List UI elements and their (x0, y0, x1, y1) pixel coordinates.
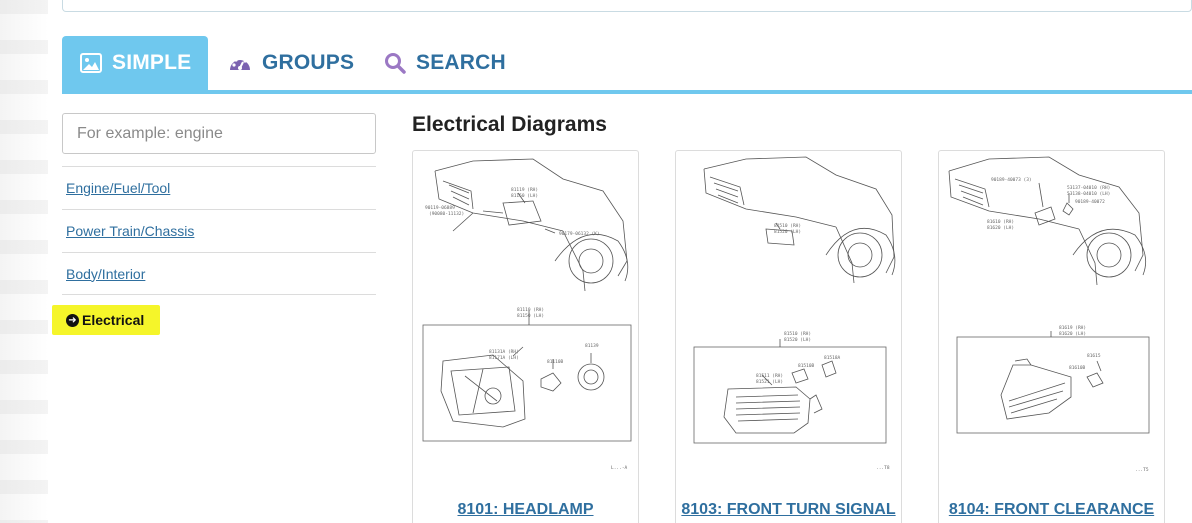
svg-text:81139: 81139 (585, 343, 599, 349)
svg-text:81620 (LH): 81620 (LH) (987, 225, 1014, 231)
search-input[interactable] (62, 113, 376, 154)
svg-text:81615: 81615 (1087, 353, 1101, 359)
sidebar-item-electrical[interactable]: ➜ Electrical (52, 305, 160, 335)
svg-text:90119-06889: 90119-06889 (425, 205, 455, 211)
tab-groups[interactable]: GROUPS (228, 36, 354, 90)
svg-text:81110B: 81110B (547, 359, 564, 365)
tab-bar: SIMPLE GROUPS SEARCH (62, 36, 1192, 94)
svg-text:90189-40073 (3): 90189-40073 (3) (991, 177, 1032, 183)
svg-text:81110 (RH): 81110 (RH) (517, 307, 544, 313)
diagram-image: 90189-40073 (3) 53137-04010 (RH) 53138-0… (948, 156, 1150, 473)
svg-text:90189-40072: 90189-40072 (1075, 199, 1105, 205)
arrow-circle-right-icon: ➜ (66, 313, 79, 327)
diagram-image: 81119 (RH) 81150 (LH) 90119-06889 (90080… (422, 158, 632, 471)
diagram-card[interactable]: 81510 (RH) 81520 (LH) 81510 (RH) 81520 (… (675, 150, 902, 523)
tab-label: SIMPLE (112, 51, 192, 74)
page-title: Electrical Diagrams (412, 113, 607, 136)
svg-text:81171A (LH): 81171A (LH) (489, 355, 519, 361)
svg-text:...T5: ...T5 (1135, 467, 1149, 473)
svg-text:81510B: 81510B (798, 363, 815, 369)
sidebar-link[interactable]: Body/Interior (66, 266, 145, 282)
svg-text:81510 (RH): 81510 (RH) (774, 223, 801, 229)
tab-search[interactable]: SEARCH (384, 36, 506, 90)
top-panel (62, 0, 1192, 12)
svg-text:90179-06132 (K): 90179-06132 (K) (559, 231, 600, 237)
sidebar-item-label: Electrical (82, 312, 145, 328)
search-icon (384, 52, 406, 74)
card-title[interactable]: 8104: FRONT CLEARANCE LAMP (939, 500, 1164, 523)
sidebar-item-body: Body/Interior (62, 252, 376, 295)
svg-text:81510 (RH): 81510 (RH) (784, 331, 811, 337)
image-icon (80, 53, 102, 73)
svg-text:81518A: 81518A (824, 355, 841, 361)
svg-text:L...-A: L...-A (611, 465, 628, 471)
diagram-card[interactable]: 90189-40073 (3) 53137-04010 (RH) 53138-0… (938, 150, 1165, 523)
svg-text:81610B: 81610B (1069, 365, 1086, 371)
svg-text:...T8: ...T8 (876, 465, 890, 471)
background-decoration (0, 0, 48, 523)
svg-text:(90080-11132): (90080-11132) (429, 211, 464, 217)
diagram-image: 81510 (RH) 81520 (LH) 81510 (RH) 81520 (… (693, 156, 896, 471)
tab-label: GROUPS (262, 51, 355, 74)
sidebar-link[interactable]: Power Train/Chassis (66, 223, 194, 239)
svg-text:81520 (LH): 81520 (LH) (774, 229, 801, 235)
tab-simple[interactable]: SIMPLE (62, 36, 208, 90)
tab-label: SEARCH (416, 51, 506, 74)
svg-text:81119 (RH): 81119 (RH) (511, 187, 538, 193)
svg-text:81520 (LH): 81520 (LH) (784, 337, 811, 343)
card-title[interactable]: 8101: HEADLAMP (413, 500, 638, 520)
sidebar-link[interactable]: Engine/Fuel/Tool (66, 180, 170, 196)
sidebar-list: Engine/Fuel/Tool Power Train/Chassis Bod… (62, 166, 376, 295)
sidebar-item-power-train: Power Train/Chassis (62, 209, 376, 252)
svg-text:53138-04010 (LH): 53138-04010 (LH) (1067, 191, 1110, 197)
svg-text:81131A (RH): 81131A (RH) (489, 349, 519, 355)
svg-text:81620 (LH): 81620 (LH) (1059, 331, 1086, 337)
diagram-card[interactable]: 81119 (RH) 81150 (LH) 90119-06889 (90080… (412, 150, 639, 523)
svg-text:81511 (RH): 81511 (RH) (756, 373, 783, 379)
svg-text:81150 (LH): 81150 (LH) (517, 313, 544, 319)
svg-text:81521 (LH): 81521 (LH) (756, 379, 783, 385)
svg-text:53137-04010 (RH): 53137-04010 (RH) (1067, 185, 1110, 191)
svg-text:81619 (RH): 81619 (RH) (1059, 325, 1086, 331)
sidebar-item-engine: Engine/Fuel/Tool (62, 166, 376, 209)
card-title[interactable]: 8103: FRONT TURN SIGNAL LAMP (676, 500, 901, 523)
dashboard-icon (228, 53, 252, 73)
svg-text:81610 (RH): 81610 (RH) (987, 219, 1014, 225)
svg-text:81150 (LH): 81150 (LH) (511, 193, 538, 199)
